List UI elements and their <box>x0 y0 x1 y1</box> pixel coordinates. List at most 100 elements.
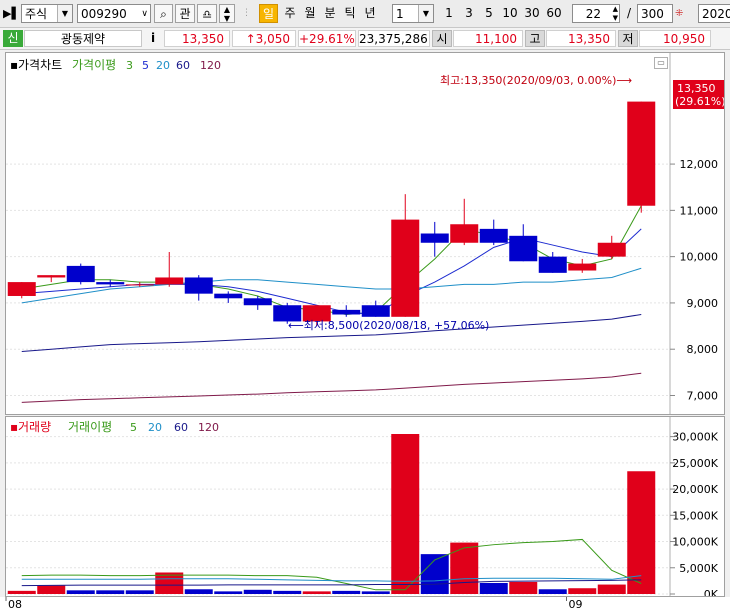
volume-tick-label: 0K <box>704 588 719 596</box>
tab-month[interactable]: 월 <box>302 4 318 23</box>
candle-body <box>597 242 626 257</box>
slash-text: / <box>626 6 632 20</box>
volume-bar <box>125 590 154 594</box>
price-tick-label: 8,000 <box>687 343 719 356</box>
volume-legend-ma120: 120 <box>198 421 219 434</box>
price-legend-ma60: 60 <box>176 59 190 72</box>
volume-bar <box>7 590 36 594</box>
candle-body <box>538 256 567 273</box>
volume-legend-title: 거래량 <box>18 420 51 434</box>
open-label-text: 시 <box>436 32 448 46</box>
volume-ma-5-line <box>21 538 642 591</box>
quick-30-label: 30 <box>524 6 540 20</box>
quick-30[interactable]: 30 <box>522 4 542 23</box>
grid-icon[interactable]: ⁜ <box>675 4 691 23</box>
panel-maximize-icon[interactable]: ▭ <box>654 57 668 69</box>
bell-icon: ♎ <box>202 8 212 21</box>
volume-chart: 0K 5,000K 10,000K 15,000K 20,000K 25,000K 30,0… <box>6 417 719 596</box>
volume-legend-ma-label: 거래이평 <box>68 420 112 434</box>
candle-body <box>509 235 538 262</box>
info-button[interactable]: i <box>145 30 161 47</box>
tab-minute[interactable]: 분 <box>322 4 338 23</box>
total-input[interactable]: 300 <box>637 4 673 23</box>
interest-button-label: 관 <box>179 7 191 21</box>
x-month-label: 09 <box>569 598 583 609</box>
price-ma-120-line <box>21 372 642 403</box>
x-axis-strip: 08 09 <box>0 597 730 609</box>
tab-tick-label: 틱 <box>344 6 356 20</box>
tab-year[interactable]: 년 <box>362 4 378 23</box>
volume-tick-label: 25,000K <box>672 457 718 470</box>
volume-bar <box>273 590 302 594</box>
stock-name: 광동제약 <box>24 30 142 47</box>
volume-bar <box>627 471 656 594</box>
alarm-button[interactable]: ♎ <box>197 4 217 23</box>
volume-tick-label: 30,000K <box>672 431 718 444</box>
candle-body <box>450 224 479 243</box>
volume-chart-panel[interactable]: 0K 5,000K 10,000K 15,000K 20,000K 25,000K 30,0… <box>5 416 725 597</box>
toolbar: ▶▌ 주식 ▼ 009290 ∨ ⌕ 관 ♎ ▲ ▼ ⋮ 일 주 월 분 틱 년 … <box>0 0 730 28</box>
price-change: ↑3,050 <box>232 30 296 47</box>
volume-bar <box>184 589 213 594</box>
volume-text: 23,375,286 <box>359 32 428 46</box>
volume-bar <box>391 434 420 594</box>
x-axis: 08 09 <box>5 597 583 609</box>
candle-body <box>184 277 213 294</box>
chevron-down-icon[interactable]: ▼ <box>57 5 72 22</box>
tab-month-label: 월 <box>304 6 316 20</box>
quick-60[interactable]: 60 <box>544 4 564 23</box>
tab-year-label: 년 <box>364 6 376 20</box>
candle-body <box>627 101 656 206</box>
high-price-text: 13,350 <box>568 32 610 46</box>
stock-updown-spinner[interactable]: ▲ ▼ <box>219 4 235 23</box>
quick-10[interactable]: 10 <box>500 4 520 23</box>
open-price: 11,100 <box>453 30 523 47</box>
volume-value: 23,375,286 <box>358 30 430 47</box>
low-label-text: 저 <box>622 32 634 46</box>
price-tick-label: 10,000 <box>680 251 719 264</box>
search-button[interactable]: ⌕ <box>154 4 173 23</box>
quick-10-label: 10 <box>502 6 518 20</box>
stock-code-input[interactable]: 009290 ∨ <box>77 4 151 23</box>
total-input-value: 300 <box>641 7 664 21</box>
count-input[interactable]: 22 ▲ ▼ <box>572 4 620 23</box>
volume-tick-label: 15,000K <box>672 509 718 522</box>
date-input-value: 2020/ <box>702 7 730 21</box>
price-tick-label: 7,000 <box>687 389 719 402</box>
candle-body <box>155 277 184 285</box>
date-input[interactable]: 2020/ <box>698 4 730 23</box>
price-tick-label: 9,000 <box>687 297 719 310</box>
chevron-down-icon[interactable]: ∨ <box>141 5 148 24</box>
candle-body <box>391 219 420 317</box>
volume-bar <box>66 590 95 594</box>
quick-1[interactable]: 1 <box>440 4 458 23</box>
input-mode-icon[interactable]: ▶▌ <box>3 4 20 23</box>
volume-legend-ma20: 20 <box>148 421 162 434</box>
quick-5[interactable]: 5 <box>480 4 498 23</box>
quick-5-label: 5 <box>485 6 493 20</box>
chevron-down-icon[interactable]: ▼ <box>418 5 433 22</box>
spinner-arrows-icon[interactable]: ▲ ▼ <box>613 5 618 23</box>
candle-body <box>96 282 125 285</box>
high-price: 13,350 <box>546 30 616 47</box>
interest-button[interactable]: 관 <box>175 4 195 23</box>
volume-bar <box>538 589 567 594</box>
unit-select[interactable]: 1 ▼ <box>392 4 434 23</box>
quick-60-label: 60 <box>546 6 562 20</box>
low-label: 저 <box>618 30 638 47</box>
market-select[interactable]: 주식 ▼ <box>21 4 73 23</box>
candle-body <box>125 284 154 286</box>
price-chart-panel[interactable]: 7,000 8,000 9,000 10,000 11,000 12,000 ▪ 가격차트… <box>5 52 725 415</box>
tab-day[interactable]: 일 <box>259 4 278 23</box>
volume-tick-label: 10,000K <box>672 536 718 549</box>
volume-legend-ma60: 60 <box>174 421 188 434</box>
candle-body <box>361 305 390 317</box>
x-month-label: 08 <box>8 598 22 609</box>
tab-week[interactable]: 주 <box>282 4 298 23</box>
quick-3[interactable]: 3 <box>460 4 478 23</box>
candle-body <box>332 309 361 315</box>
candle-body <box>420 233 449 243</box>
current-price-text: 13,350 <box>182 32 224 46</box>
volume-bar <box>361 591 390 594</box>
tab-tick[interactable]: 틱 <box>342 4 358 23</box>
